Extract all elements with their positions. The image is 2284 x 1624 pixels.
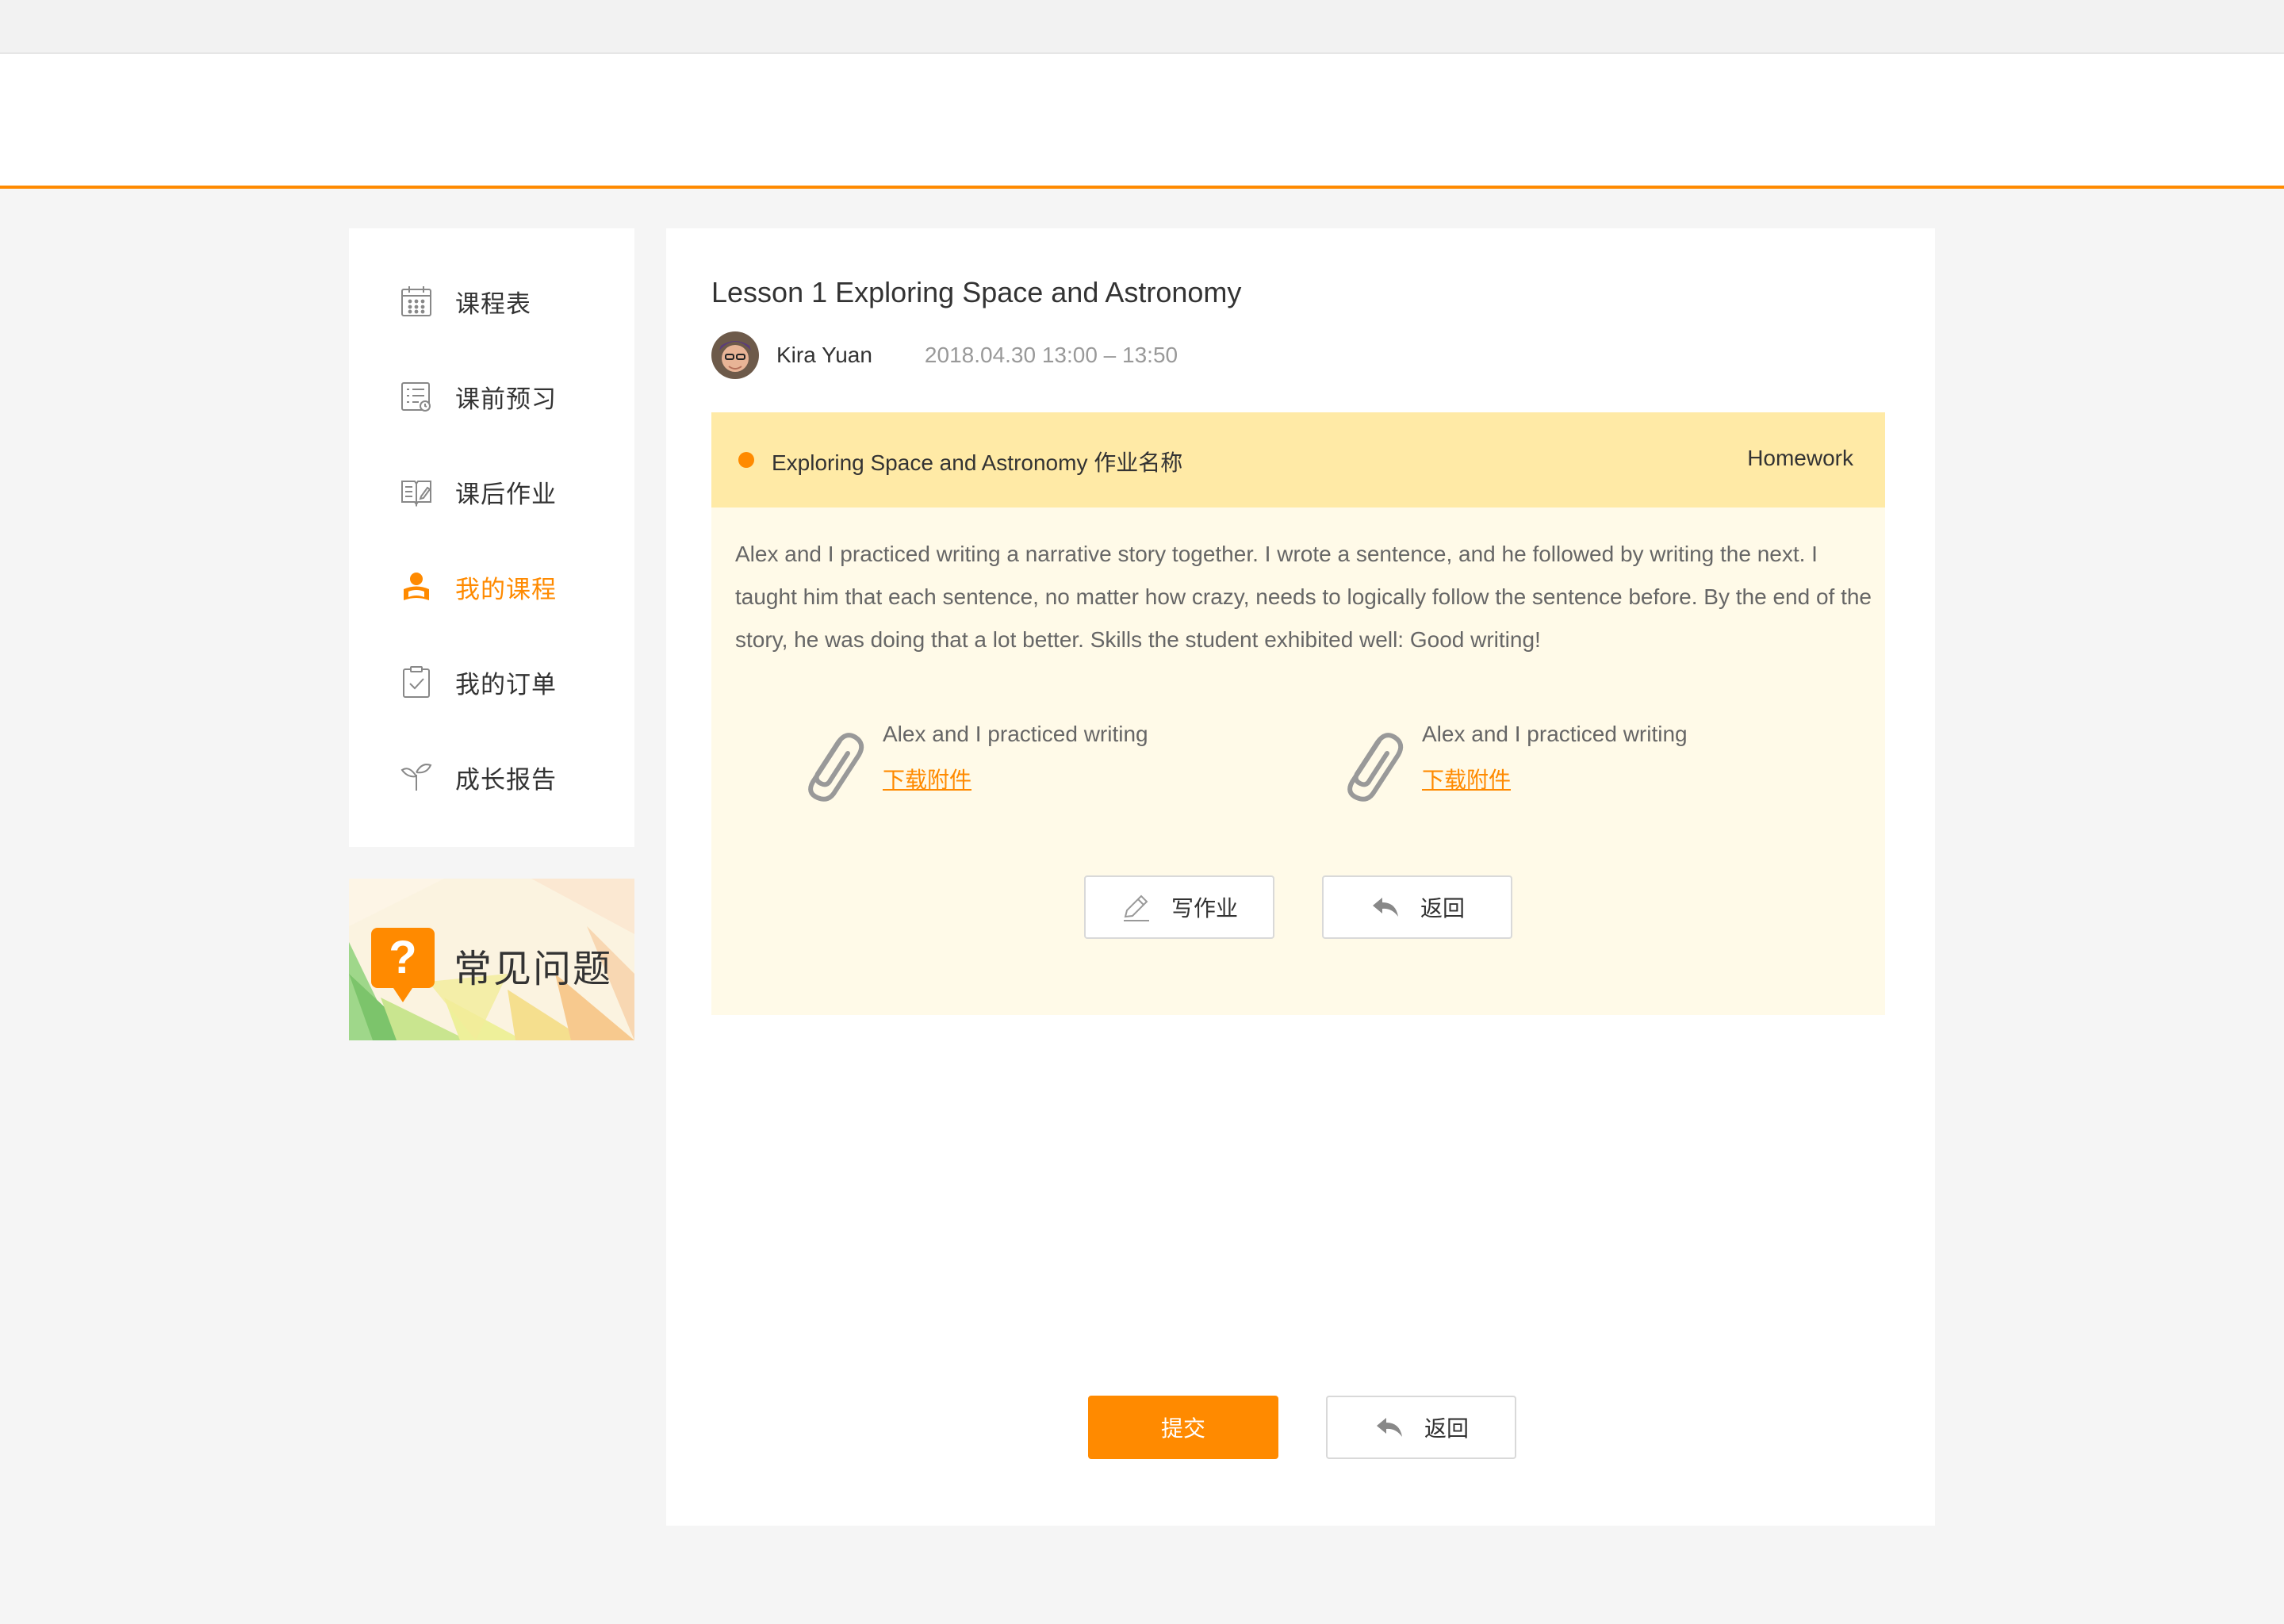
main-panel: Lesson 1 Exploring Space and Astronomy K…: [666, 228, 1935, 1526]
teacher-name: Kira Yuan: [776, 343, 872, 367]
sidebar-nav: 课程表 课前预习 课后作业 我的课程 我的订单 成长报告: [349, 228, 634, 847]
question-bubble-icon: ?: [371, 928, 435, 1002]
sidebar-item-growth-report[interactable]: 成长报告: [398, 753, 557, 801]
sidebar-item-label: 我的订单: [455, 670, 557, 699]
faq-label: 常见问题: [454, 948, 613, 990]
footer-back-button[interactable]: 返回: [1326, 1396, 1516, 1459]
sidebar-item-label: 我的课程: [455, 575, 557, 603]
sidebar-item-label: 课程表: [455, 289, 531, 318]
attachment-name: Alex and I practiced writing: [883, 722, 1148, 746]
browser-top-strip: [0, 0, 2284, 54]
clipboard-check-icon: [398, 664, 435, 700]
reply-arrow-icon: [1370, 891, 1401, 923]
homework-description: Alex and I practiced writing a narrative…: [735, 542, 1872, 652]
reply-arrow-icon: [1374, 1411, 1405, 1443]
sprout-icon: [398, 759, 435, 795]
sidebar-item-preview[interactable]: 课前预习: [398, 373, 557, 420]
submit-button[interactable]: 提交: [1088, 1396, 1278, 1459]
book-edit-icon: [398, 473, 435, 510]
write-homework-button[interactable]: 写作业: [1084, 875, 1274, 939]
paperclip-icon: [808, 733, 864, 802]
sidebar-item-orders[interactable]: 我的订单: [398, 658, 557, 706]
back-button[interactable]: 返回: [1322, 875, 1512, 939]
download-attachment-link[interactable]: 下载附件: [883, 763, 971, 795]
faq-banner[interactable]: ? 常见问题: [349, 879, 634, 1040]
homework-name: Exploring Space and Astronomy 作业名称: [772, 450, 1183, 475]
lesson-time: 2018.04.30 13:00 – 13:50: [924, 343, 1178, 367]
back-label: 返回: [1424, 1416, 1469, 1441]
homework-card: Exploring Space and Astronomy 作业名称 Homew…: [711, 412, 1885, 1015]
avatar: [711, 331, 759, 379]
paperclip-icon: [1347, 733, 1404, 802]
checklist-icon: [398, 378, 435, 415]
download-attachment-link[interactable]: 下载附件: [1422, 763, 1511, 795]
sidebar-item-label: 成长报告: [455, 765, 557, 794]
sidebar-item-label: 课后作业: [455, 480, 557, 508]
sidebar-item-my-courses[interactable]: 我的课程: [398, 563, 557, 611]
homework-type: Homework: [1747, 446, 1853, 470]
sidebar-item-label: 课前预习: [455, 385, 557, 413]
submit-label: 提交: [1160, 1416, 1205, 1441]
sidebar-item-homework[interactable]: 课后作业: [398, 468, 557, 515]
back-label: 返回: [1420, 896, 1465, 921]
pencil-icon: [1121, 891, 1152, 923]
teacher-row: Kira Yuan 2018.04.30 13:00 – 13:50: [711, 331, 1178, 379]
calendar-icon: [398, 283, 435, 320]
write-homework-label: 写作业: [1171, 896, 1238, 921]
attachment-name: Alex and I practiced writing: [1422, 722, 1688, 746]
homework-card-header: Exploring Space and Astronomy 作业名称 Homew…: [711, 412, 1885, 508]
sidebar-item-schedule[interactable]: 课程表: [398, 278, 531, 325]
page-header: [0, 54, 2284, 189]
user-book-icon: [398, 569, 435, 605]
lesson-title: Lesson 1 Exploring Space and Astronomy: [711, 276, 1242, 308]
status-dot: [738, 452, 754, 468]
